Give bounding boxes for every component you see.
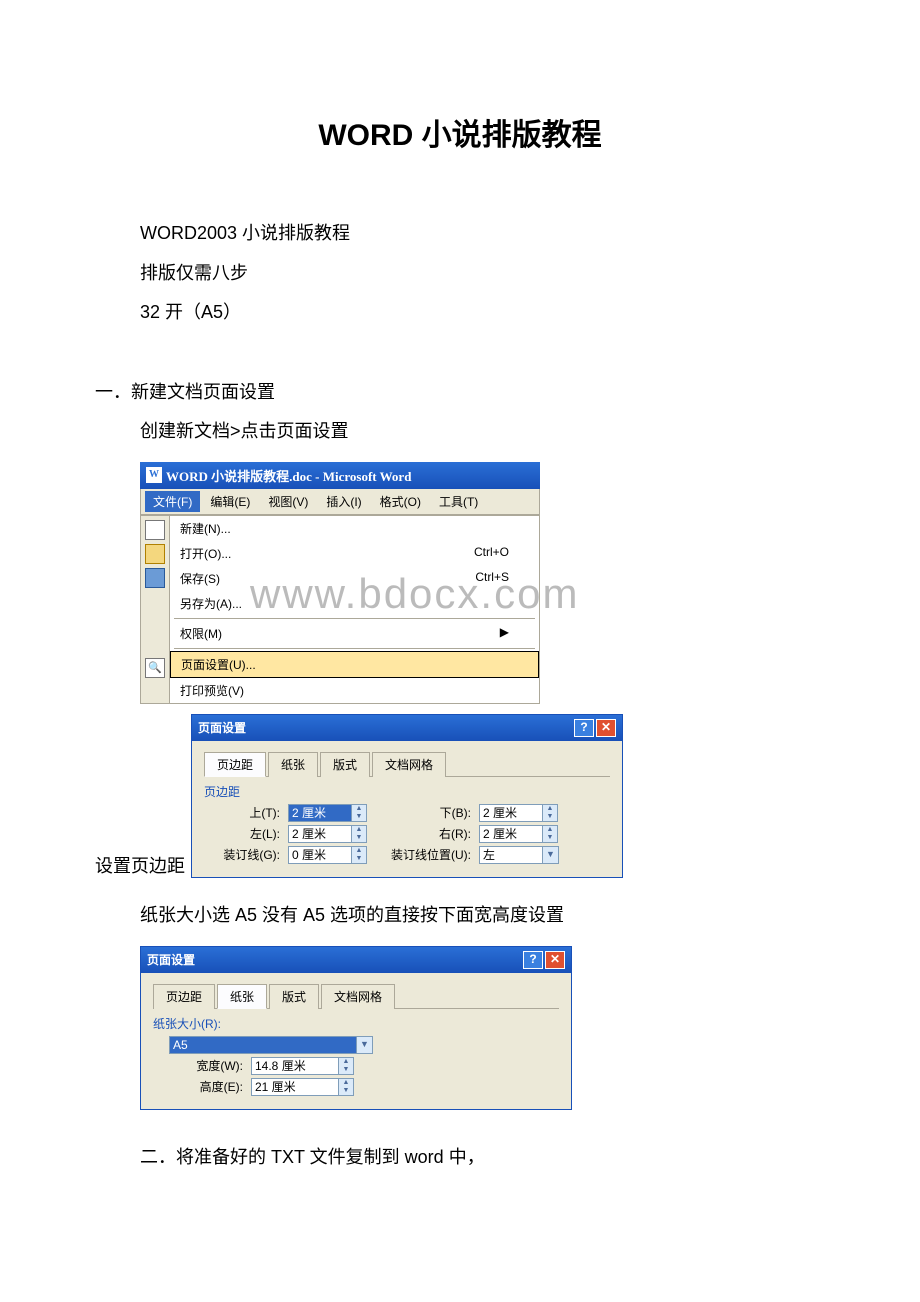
dialog-titlebar: 页面设置 ? ✕: [141, 947, 571, 973]
menu-item-save[interactable]: 保存(S)Ctrl+S: [170, 566, 539, 591]
spin-up-icon[interactable]: ▲: [543, 805, 557, 813]
word-titlebar: W WORD 小说排版教程.doc - Microsoft Word: [140, 462, 540, 489]
spin-up-icon[interactable]: ▲: [543, 826, 557, 834]
spin-up-icon[interactable]: ▲: [352, 805, 366, 813]
word-file-menu-screenshot: www.bdocx.com W WORD 小说排版教程.doc - Micros…: [140, 462, 540, 704]
paper-width-label: 宽度(W):: [153, 1057, 247, 1074]
spin-up-icon[interactable]: ▲: [352, 826, 366, 834]
menu-item-print-preview[interactable]: 打印预览(V): [170, 678, 539, 703]
gutter-label: 装订线(G):: [204, 846, 284, 863]
menu-item-saveas[interactable]: 另存为(A)...: [170, 591, 539, 616]
dialog-close-button[interactable]: ✕: [545, 951, 565, 969]
tab-margins[interactable]: 页边距: [153, 984, 215, 1009]
section-1-sub: 创建新文档>点击页面设置: [140, 412, 825, 452]
dialog-titlebar: 页面设置 ? ✕: [192, 715, 622, 741]
spin-up-icon[interactable]: ▲: [339, 1079, 353, 1087]
dialog-help-button[interactable]: ?: [523, 951, 543, 969]
section-1-heading: 一．新建文档页面设置: [95, 373, 825, 413]
dropdown-arrow-icon[interactable]: ▼: [542, 847, 558, 863]
margin-right-label: 右(R):: [371, 825, 475, 842]
intro-line-2: 排版仅需八步: [140, 254, 825, 294]
paper-height-input[interactable]: ▲▼: [251, 1078, 354, 1096]
margins-group-label: 页边距: [204, 783, 610, 800]
new-file-icon: [145, 520, 165, 540]
print-preview-icon: 🔍: [145, 658, 165, 678]
menu-separator: [174, 648, 535, 649]
tab-grid[interactable]: 文档网格: [372, 752, 446, 777]
intro-line-3: 32 开（A5）: [140, 293, 825, 333]
margin-top-label: 上(T):: [204, 804, 284, 821]
file-menu-dropdown: 🔍 新建(N)... 打开(O)...Ctrl+O 保存(S)Ctrl+S 另存…: [140, 515, 540, 704]
margin-left-input[interactable]: ▲▼: [288, 825, 367, 843]
tab-paper[interactable]: 纸张: [217, 984, 267, 1009]
dropdown-arrow-icon[interactable]: ▼: [356, 1037, 372, 1053]
margin-top-input[interactable]: ▲▼: [288, 804, 367, 822]
spin-down-icon[interactable]: ▼: [543, 834, 557, 842]
menu-format[interactable]: 格式(O): [372, 491, 429, 512]
save-file-icon: [145, 568, 165, 588]
spin-up-icon[interactable]: ▲: [339, 1058, 353, 1066]
dialog-help-button[interactable]: ?: [574, 719, 594, 737]
menu-item-page-setup[interactable]: 页面设置(U)...: [170, 651, 539, 678]
page-title: WORD 小说排版教程: [95, 110, 825, 154]
menu-insert[interactable]: 插入(I): [318, 491, 369, 512]
margin-left-label: 左(L):: [204, 825, 284, 842]
word-title-text: WORD 小说排版教程.doc - Microsoft Word: [166, 466, 411, 485]
intro-line-1: WORD2003 小说排版教程: [140, 214, 825, 254]
spin-down-icon[interactable]: ▼: [352, 813, 366, 821]
page-setup-dialog-paper: 页面设置 ? ✕ 页边距 纸张 版式 文档网格 纸张大小(R): ▼: [140, 946, 572, 1110]
word-app-icon: W: [146, 467, 162, 483]
margin-right-input[interactable]: ▲▼: [479, 825, 558, 843]
menu-icon-gutter: 🔍: [141, 516, 170, 703]
menu-item-permissions[interactable]: 权限(M)▶: [170, 621, 539, 646]
dialog-title-text: 页面设置: [147, 951, 195, 968]
menu-file[interactable]: 文件(F): [145, 491, 200, 512]
dialog-title-text: 页面设置: [198, 719, 246, 736]
tab-paper[interactable]: 纸张: [268, 752, 318, 777]
tab-grid[interactable]: 文档网格: [321, 984, 395, 1009]
margins-prefix-label: 设置页边距: [95, 852, 185, 878]
menu-view[interactable]: 视图(V): [260, 491, 316, 512]
margin-bottom-input[interactable]: ▲▼: [479, 804, 558, 822]
paper-height-label: 高度(E):: [153, 1078, 247, 1095]
menu-edit[interactable]: 编辑(E): [202, 491, 258, 512]
tab-margins[interactable]: 页边距: [204, 752, 266, 777]
blank-icon: [146, 614, 164, 632]
spin-up-icon[interactable]: ▲: [352, 847, 366, 855]
blank-icon: [146, 636, 164, 654]
paper-width-input[interactable]: ▲▼: [251, 1057, 354, 1075]
spin-down-icon[interactable]: ▼: [339, 1087, 353, 1095]
tab-layout[interactable]: 版式: [269, 984, 319, 1009]
spin-down-icon[interactable]: ▼: [352, 855, 366, 863]
margin-bottom-label: 下(B):: [371, 804, 475, 821]
paper-size-select[interactable]: ▼: [169, 1036, 373, 1054]
dialog-tabs: 页边距 纸张 版式 文档网格: [153, 983, 559, 1009]
blank-icon: [146, 592, 164, 610]
gutter-input[interactable]: ▲▼: [288, 846, 367, 864]
menu-tools[interactable]: 工具(T): [431, 491, 486, 512]
open-file-icon: [145, 544, 165, 564]
gutter-pos-label: 装订线位置(U):: [371, 846, 475, 863]
dialog-close-button[interactable]: ✕: [596, 719, 616, 737]
gutter-pos-select[interactable]: ▼: [479, 846, 559, 864]
dialog-tabs: 页边距 纸张 版式 文档网格: [204, 751, 610, 777]
paper-size-note: 纸张大小选 A5 没有 A5 选项的直接按下面宽高度设置: [140, 896, 825, 936]
menu-item-new[interactable]: 新建(N)...: [170, 516, 539, 541]
spin-down-icon[interactable]: ▼: [339, 1066, 353, 1074]
page-setup-dialog-margins: 页面设置 ? ✕ 页边距 纸张 版式 文档网格 页边距 上(T): ▲▼ 下(B…: [191, 714, 623, 878]
tab-layout[interactable]: 版式: [320, 752, 370, 777]
menu-separator: [174, 618, 535, 619]
spin-down-icon[interactable]: ▼: [543, 813, 557, 821]
menu-item-open[interactable]: 打开(O)...Ctrl+O: [170, 541, 539, 566]
word-menubar[interactable]: 文件(F) 编辑(E) 视图(V) 插入(I) 格式(O) 工具(T): [140, 489, 540, 515]
spin-down-icon[interactable]: ▼: [352, 834, 366, 842]
paper-size-group-label: 纸张大小(R):: [153, 1015, 559, 1032]
section-2-heading: 二．将准备好的 TXT 文件复制到 word 中，: [140, 1138, 825, 1178]
